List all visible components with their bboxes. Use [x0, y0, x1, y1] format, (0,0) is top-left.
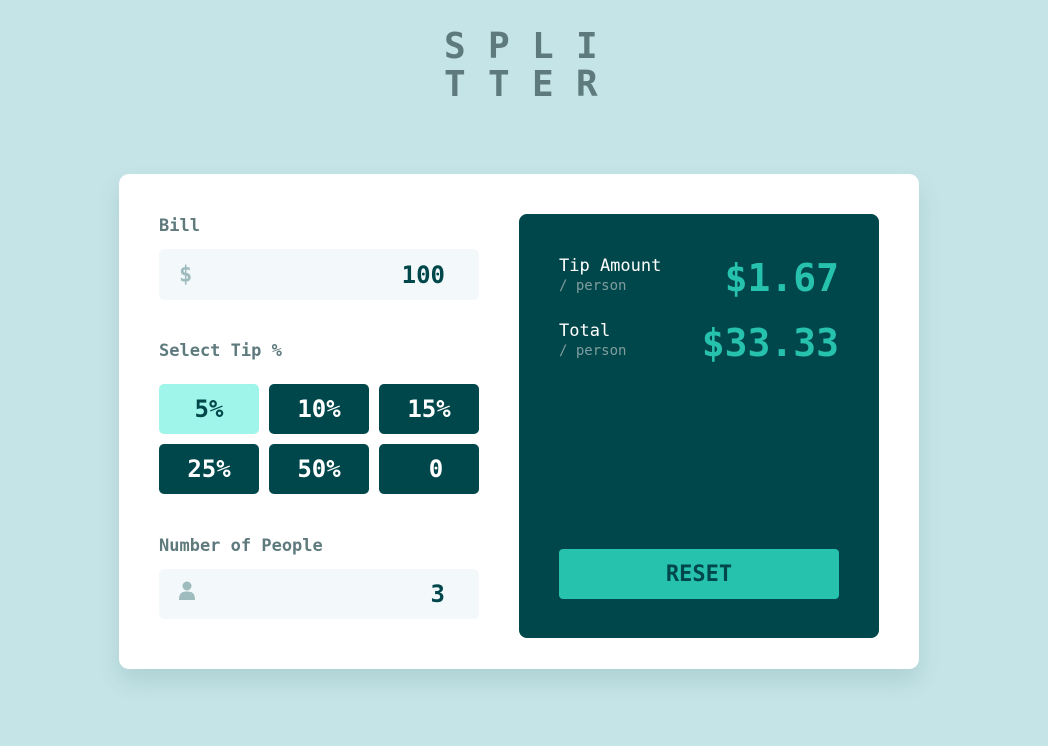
tip-button-25[interactable]: 25%: [159, 444, 259, 494]
tip-amount-row: Tip Amount / person $1.67: [559, 256, 839, 306]
total-value: $33.33: [701, 321, 839, 365]
logo-line-1: SPLI: [444, 26, 620, 67]
dollar-icon: $: [179, 262, 193, 287]
results-panel: Tip Amount / person $1.67 Total / person…: [519, 214, 879, 638]
tip-button-15[interactable]: 15%: [379, 384, 479, 434]
tip-options: 5% 10% 15% 25% 50% 0: [159, 384, 479, 494]
bill-value: 100: [401, 260, 445, 289]
people-input[interactable]: 3: [159, 569, 479, 619]
tip-button-50[interactable]: 50%: [269, 444, 369, 494]
logo-line-2: TTER: [444, 64, 620, 105]
app-logo: SPLI TTER: [0, 28, 1048, 104]
total-row: Total / person $33.33: [559, 321, 839, 371]
people-label: Number of People: [159, 536, 323, 556]
tip-button-10[interactable]: 10%: [269, 384, 369, 434]
reset-button[interactable]: RESET: [559, 549, 839, 599]
person-icon: [179, 581, 195, 607]
people-value: 3: [430, 580, 445, 608]
tip-custom-input[interactable]: 0: [379, 444, 479, 494]
tip-amount-value: $1.67: [724, 256, 839, 300]
tip-button-5[interactable]: 5%: [159, 384, 259, 434]
bill-label: Bill: [159, 216, 200, 236]
calculator-card: Bill $ 100 Select Tip % 5% 10% 15% 25% 5…: [119, 174, 919, 669]
tip-label: Select Tip %: [159, 341, 282, 361]
bill-input[interactable]: $ 100: [159, 249, 479, 300]
